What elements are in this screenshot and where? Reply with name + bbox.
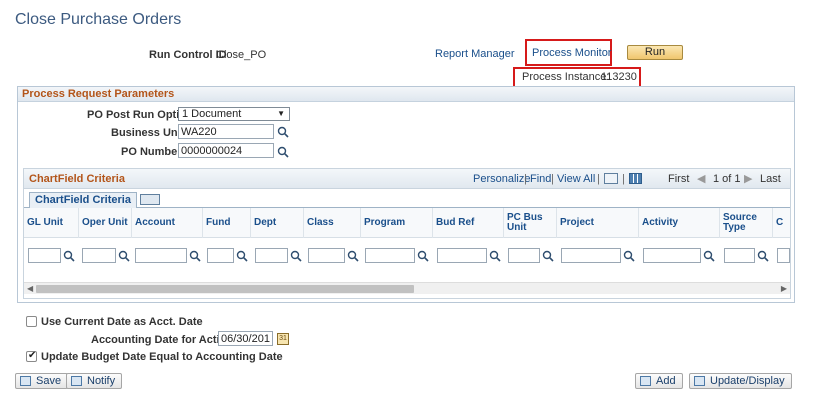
- col-c[interactable]: C: [772, 208, 792, 238]
- update-budget-date-label: Update Budget Date Equal to Accounting D…: [41, 351, 283, 363]
- bud-ref-lookup-icon[interactable]: [489, 250, 501, 262]
- po-post-run-option-label: PO Post Run Option: [87, 109, 193, 121]
- col-program[interactable]: Program: [360, 208, 432, 238]
- zoom-icon[interactable]: [604, 173, 618, 184]
- download-icon[interactable]: [629, 173, 642, 184]
- dept-input[interactable]: [255, 248, 288, 263]
- dept-lookup-icon[interactable]: [290, 250, 302, 262]
- chartfield-criteria-title: ChartField Criteria: [29, 173, 125, 185]
- run-control-id-value: Close_PO: [216, 49, 267, 61]
- pc-bus-unit-lookup-icon[interactable]: [542, 250, 554, 262]
- po-number-lookup-icon[interactable]: [277, 146, 289, 158]
- notify-button[interactable]: Notify: [66, 373, 123, 389]
- activity-input[interactable]: [643, 248, 701, 263]
- scrollbar-thumb[interactable]: [36, 285, 414, 293]
- show-all-columns-icon[interactable]: [140, 194, 160, 205]
- row-range: 1 of 1: [713, 173, 741, 185]
- project-lookup-icon[interactable]: [623, 250, 635, 262]
- table-row: [24, 238, 790, 268]
- accounting-date-input[interactable]: [218, 331, 273, 346]
- source-type-input[interactable]: [724, 248, 755, 263]
- calendar-icon[interactable]: 31: [277, 333, 289, 345]
- process-monitor-link[interactable]: Process Monitor: [532, 47, 611, 59]
- source-type-lookup-icon[interactable]: [757, 250, 769, 262]
- class-input[interactable]: [308, 248, 345, 263]
- col-class[interactable]: Class: [303, 208, 360, 238]
- col-account[interactable]: Account: [131, 208, 202, 238]
- account-input[interactable]: [135, 248, 187, 263]
- oper-unit-lookup-icon[interactable]: [118, 250, 130, 262]
- update-display-button[interactable]: Update/Display: [689, 373, 792, 389]
- tab-row: ChartField Criteria: [24, 189, 790, 208]
- save-button[interactable]: Save: [15, 373, 69, 389]
- pc-bus-unit-input[interactable]: [508, 248, 540, 263]
- po-number-input[interactable]: [178, 143, 274, 158]
- business-unit-lookup-icon[interactable]: [277, 126, 289, 138]
- scroll-right-icon[interactable]: ▶: [781, 283, 787, 295]
- program-input[interactable]: [365, 248, 415, 263]
- use-current-date-label: Use Current Date as Acct. Date: [41, 316, 203, 328]
- business-unit-input[interactable]: [178, 124, 274, 139]
- process-request-parameters: Process Request Parameters PO Post Run O…: [17, 86, 795, 303]
- update-budget-date-checkbox[interactable]: [26, 350, 37, 362]
- dropdown-arrow-icon: ▼: [277, 109, 285, 118]
- col-pc-bus-unit[interactable]: PC Bus Unit: [503, 208, 556, 238]
- po-post-run-option-select[interactable]: 1 Document ▼: [178, 107, 290, 121]
- col-fund[interactable]: Fund: [202, 208, 250, 238]
- run-control-id-label: Run Control ID: [149, 49, 227, 61]
- process-instance-label: Process Instance:: [522, 71, 610, 83]
- activity-lookup-icon[interactable]: [703, 250, 715, 262]
- add-button[interactable]: Add: [635, 373, 683, 389]
- po-number-label: PO Number: [121, 146, 182, 158]
- oper-unit-input[interactable]: [82, 248, 116, 263]
- col-oper-unit[interactable]: Oper Unit: [78, 208, 131, 238]
- run-button[interactable]: Run: [627, 45, 683, 60]
- view-all-link[interactable]: View All: [557, 173, 595, 185]
- project-input[interactable]: [561, 248, 621, 263]
- personalize-link[interactable]: Personalize: [473, 173, 530, 185]
- col-bud-ref[interactable]: Bud Ref: [432, 208, 503, 238]
- first-label: First: [668, 173, 690, 185]
- report-manager-link[interactable]: Report Manager: [435, 48, 515, 60]
- program-lookup-icon[interactable]: [417, 250, 429, 262]
- horizontal-scrollbar[interactable]: ◀ ▶: [24, 282, 790, 294]
- col-dept[interactable]: Dept: [250, 208, 303, 238]
- chartfield-criteria-grid: ChartField Criteria Personalize | Find |…: [23, 168, 791, 299]
- business-unit-label: Business Unit: [111, 127, 185, 139]
- use-current-date-checkbox[interactable]: [26, 316, 37, 327]
- bud-ref-input[interactable]: [437, 248, 487, 263]
- tab-chartfield-criteria[interactable]: ChartField Criteria: [29, 192, 137, 208]
- column-header-row: GL Unit Oper Unit Account Fund Dept Clas…: [24, 208, 790, 238]
- last-label: Last: [760, 173, 781, 185]
- process-request-parameters-header: Process Request Parameters: [18, 87, 794, 102]
- process-instance-value: 113230: [601, 71, 637, 83]
- col-activity[interactable]: Activity: [638, 208, 719, 238]
- gl-unit-lookup-icon[interactable]: [63, 250, 75, 262]
- find-link[interactable]: Find: [530, 173, 551, 185]
- col-project[interactable]: Project: [556, 208, 638, 238]
- fund-lookup-icon[interactable]: [236, 250, 248, 262]
- next-icon[interactable]: ▶: [744, 172, 752, 185]
- class-lookup-icon[interactable]: [347, 250, 359, 262]
- gl-unit-input[interactable]: [28, 248, 61, 263]
- grid-header: ChartField Criteria Personalize | Find |…: [24, 169, 790, 189]
- col-source-type[interactable]: Source Type: [719, 208, 772, 238]
- col-gl-unit[interactable]: GL Unit: [24, 208, 78, 238]
- notify-icon: [71, 376, 82, 386]
- accounting-date-label: Accounting Date for Action: [91, 334, 233, 346]
- c-input[interactable]: [777, 248, 790, 263]
- scroll-left-icon[interactable]: ◀: [27, 283, 33, 295]
- account-lookup-icon[interactable]: [189, 250, 201, 262]
- page-title: Close Purchase Orders: [15, 11, 182, 28]
- add-icon: [640, 376, 651, 386]
- fund-input[interactable]: [207, 248, 234, 263]
- save-icon: [20, 376, 31, 386]
- previous-icon[interactable]: ◀: [697, 172, 705, 185]
- update-display-icon: [694, 376, 705, 386]
- po-post-run-option-value: 1 Document: [182, 108, 242, 120]
